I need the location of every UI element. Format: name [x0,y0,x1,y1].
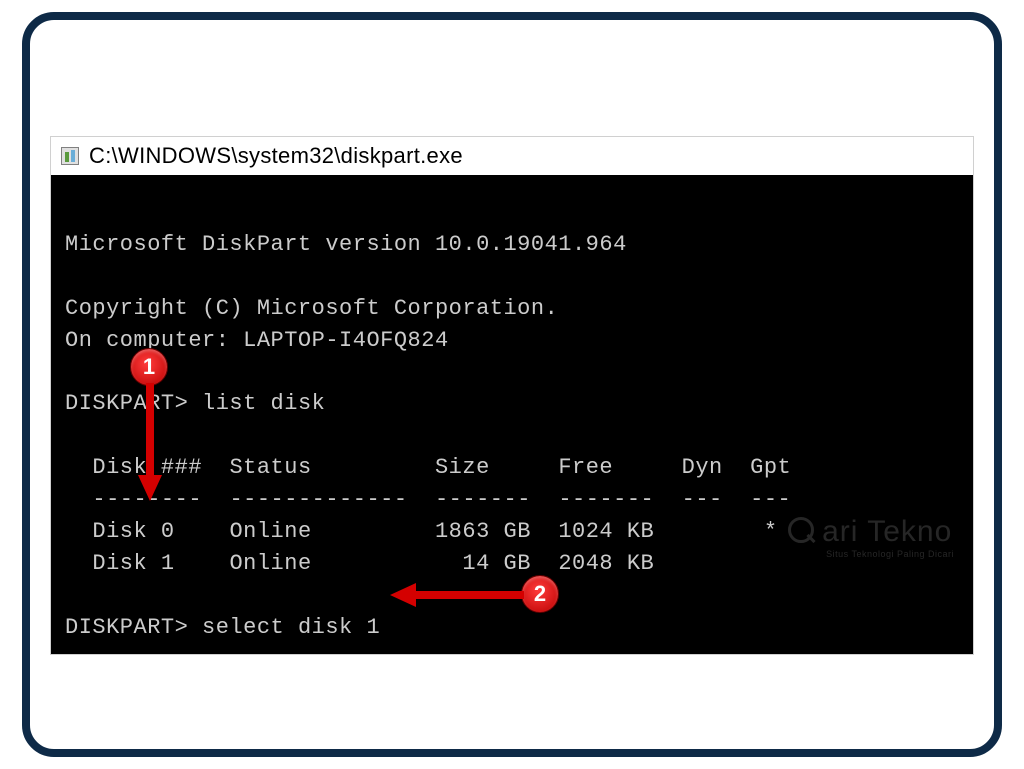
sep-gpt: --- [750,487,791,512]
screenshot-frame: C:\WINDOWS\system32\diskpart.exe Microso… [22,12,1002,757]
inner-wrap: C:\WINDOWS\system32\diskpart.exe Microso… [30,20,994,749]
badge-1-text: 1 [143,354,155,380]
col-free: Free [558,455,613,480]
row1-disk: Disk 1 [92,551,174,576]
col-size: Size [435,455,490,480]
magnifier-icon [788,517,818,547]
intro-version: Microsoft DiskPart version 10.0.19041.96… [65,232,627,257]
watermark-main: ari Tekno [822,515,952,549]
watermark: ari Tekno Situs Teknologi Paling Dicari [788,515,954,559]
window-title: C:\WINDOWS\system32\diskpart.exe [89,143,463,169]
annotation-badge-2: 2 [521,575,559,613]
prompt-1: DISKPART> [65,391,188,416]
row0-disk: Disk 0 [92,519,174,544]
arrow-down-icon [137,383,163,503]
sep-free: ------- [558,487,654,512]
annotation-badge-1: 1 [130,348,168,386]
row0-gpt: * [764,519,778,544]
cmd-list-disk: list disk [202,391,325,416]
row1-size: 14 GB [462,551,531,576]
arrow-left-icon [388,582,524,608]
row0-size: 1863 GB [435,519,531,544]
col-gpt: Gpt [750,455,791,480]
col-dyn: Dyn [682,455,723,480]
cmd-select-disk: select disk 1 [202,615,380,640]
badge-2-text: 2 [534,581,546,607]
row1-status: Online [229,551,311,576]
intro-computer: On computer: LAPTOP-I4OFQ824 [65,328,449,353]
sep-status: ------------- [229,487,407,512]
sep-dyn: --- [682,487,723,512]
intro-copyright: Copyright (C) Microsoft Corporation. [65,296,558,321]
row0-free: 1024 KB [558,519,654,544]
sep-size: ------- [435,487,531,512]
col-status: Status [229,455,311,480]
watermark-sub: Situs Teknologi Paling Dicari [788,549,954,559]
row0-status: Online [229,519,311,544]
cmd-icon [61,147,79,165]
prompt-2: DISKPART> [65,615,188,640]
row1-free: 2048 KB [558,551,654,576]
window-titlebar: C:\WINDOWS\system32\diskpart.exe [50,136,974,175]
